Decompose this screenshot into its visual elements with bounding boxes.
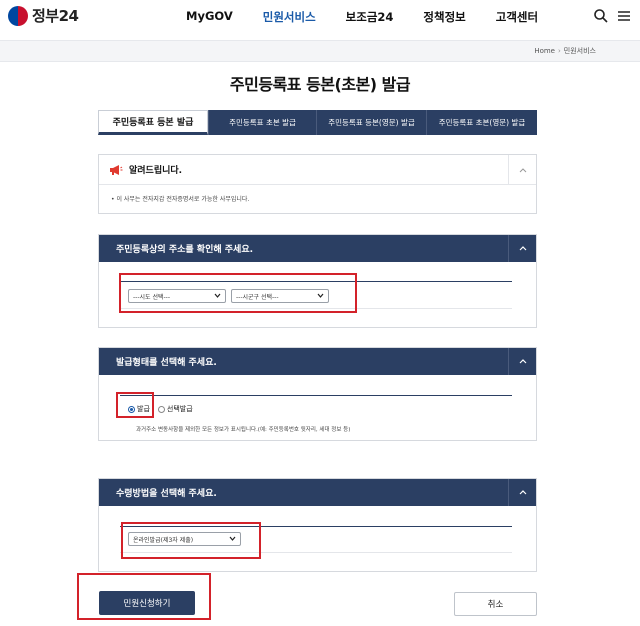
- address-collapse-toggle[interactable]: [508, 235, 536, 262]
- issue-type-section: 발급형태를 선택해 주세요. 발급 선택발급 과거주소 변동사항을 제외한 모든…: [98, 347, 537, 441]
- radio-selective-issue[interactable]: [157, 405, 165, 413]
- tab-bar: 주민등록표 등본 발급 주민등록표 초본 발급 주민등록표 등본(영문) 발급 …: [98, 110, 537, 135]
- page-title: 주민등록표 등본(초본) 발급: [229, 75, 411, 94]
- address-section-header: 주민등록상의 주소를 확인해 주세요.: [99, 235, 536, 262]
- logo-text: 정부24: [32, 7, 79, 25]
- nav-civil-service[interactable]: 민원서비스: [263, 9, 316, 25]
- notice-body: 이 사무는 전자지갑 전자증명서로 가능한 사무입니다.: [116, 196, 250, 203]
- receive-method-section-header: 수령방법을 선택해 주세요.: [99, 479, 536, 506]
- search-icon[interactable]: [593, 8, 609, 24]
- gov24-logo[interactable]: 정부24: [8, 5, 79, 26]
- divider: [120, 395, 512, 396]
- highlight-issue-radio: [116, 392, 154, 418]
- notice-collapse-toggle[interactable]: [508, 155, 536, 185]
- address-section-title: 주민등록상의 주소를 확인해 주세요.: [116, 245, 254, 255]
- tab-resident-abstract-english[interactable]: 주민등록표 초본(영문) 발급: [426, 110, 537, 135]
- notice-title: 알려드립니다.: [129, 166, 183, 176]
- receive-method-collapse-toggle[interactable]: [508, 479, 536, 506]
- notice-header: 알려드립니다.: [99, 155, 536, 185]
- chevron-right-icon: ›: [557, 47, 561, 55]
- nav-mygov[interactable]: MyGOV: [186, 9, 233, 25]
- notice-box: 알려드립니다. • 이 사무는 전자지갑 전자증명서로 가능한 사무입니다.: [98, 154, 537, 214]
- chevron-up-icon: [519, 167, 526, 172]
- main-nav: MyGOV 민원서비스 보조금24 정책정보 고객센터: [186, 9, 568, 25]
- issue-type-collapse-toggle[interactable]: [508, 348, 536, 375]
- tab-resident-copy-english[interactable]: 주민등록표 등본(영문) 발급: [316, 110, 426, 135]
- cancel-button[interactable]: 취소: [454, 592, 537, 616]
- issue-type-note: 과거주소 변동사항을 제외한 모든 정보가 표시됩니다.(예: 주민등록번호 뒷…: [136, 427, 351, 433]
- tab-resident-copy[interactable]: 주민등록표 등본 발급: [98, 110, 208, 135]
- chevron-up-icon: [519, 246, 526, 251]
- radio-selective-issue-label[interactable]: 선택발급: [167, 404, 193, 414]
- breadcrumb-current[interactable]: 민원서비스: [564, 46, 596, 56]
- hamburger-menu-icon[interactable]: [616, 8, 632, 24]
- chevron-up-icon: [519, 359, 526, 364]
- notice-text: • 이 사무는 전자지갑 전자증명서로 가능한 사무입니다.: [111, 196, 250, 203]
- issue-type-section-header: 발급형태를 선택해 주세요.: [99, 348, 536, 375]
- top-header: 정부24 MyGOV 민원서비스 보조금24 정책정보 고객센터: [0, 0, 640, 40]
- breadcrumb-bar: Home › 민원서비스: [0, 40, 640, 62]
- highlight-address-selects: [119, 273, 357, 313]
- receive-method-section-title: 수령방법을 선택해 주세요.: [116, 489, 217, 499]
- apply-civil-petition-button[interactable]: 민원신청하기: [99, 591, 195, 615]
- nav-policy-info[interactable]: 정책정보: [423, 9, 465, 25]
- nav-customer-center[interactable]: 고객센터: [496, 9, 538, 25]
- megaphone-icon: [110, 164, 123, 175]
- highlight-receive-select: [121, 522, 261, 559]
- breadcrumb: Home › 민원서비스: [534, 46, 596, 56]
- tab-resident-abstract[interactable]: 주민등록표 초본 발급: [208, 110, 316, 135]
- chevron-up-icon: [519, 490, 526, 495]
- issue-type-section-title: 발급형태를 선택해 주세요.: [116, 358, 217, 368]
- breadcrumb-home[interactable]: Home: [534, 47, 555, 55]
- taegeuk-logo-icon: [8, 5, 28, 26]
- nav-subsidy24[interactable]: 보조금24: [346, 9, 394, 25]
